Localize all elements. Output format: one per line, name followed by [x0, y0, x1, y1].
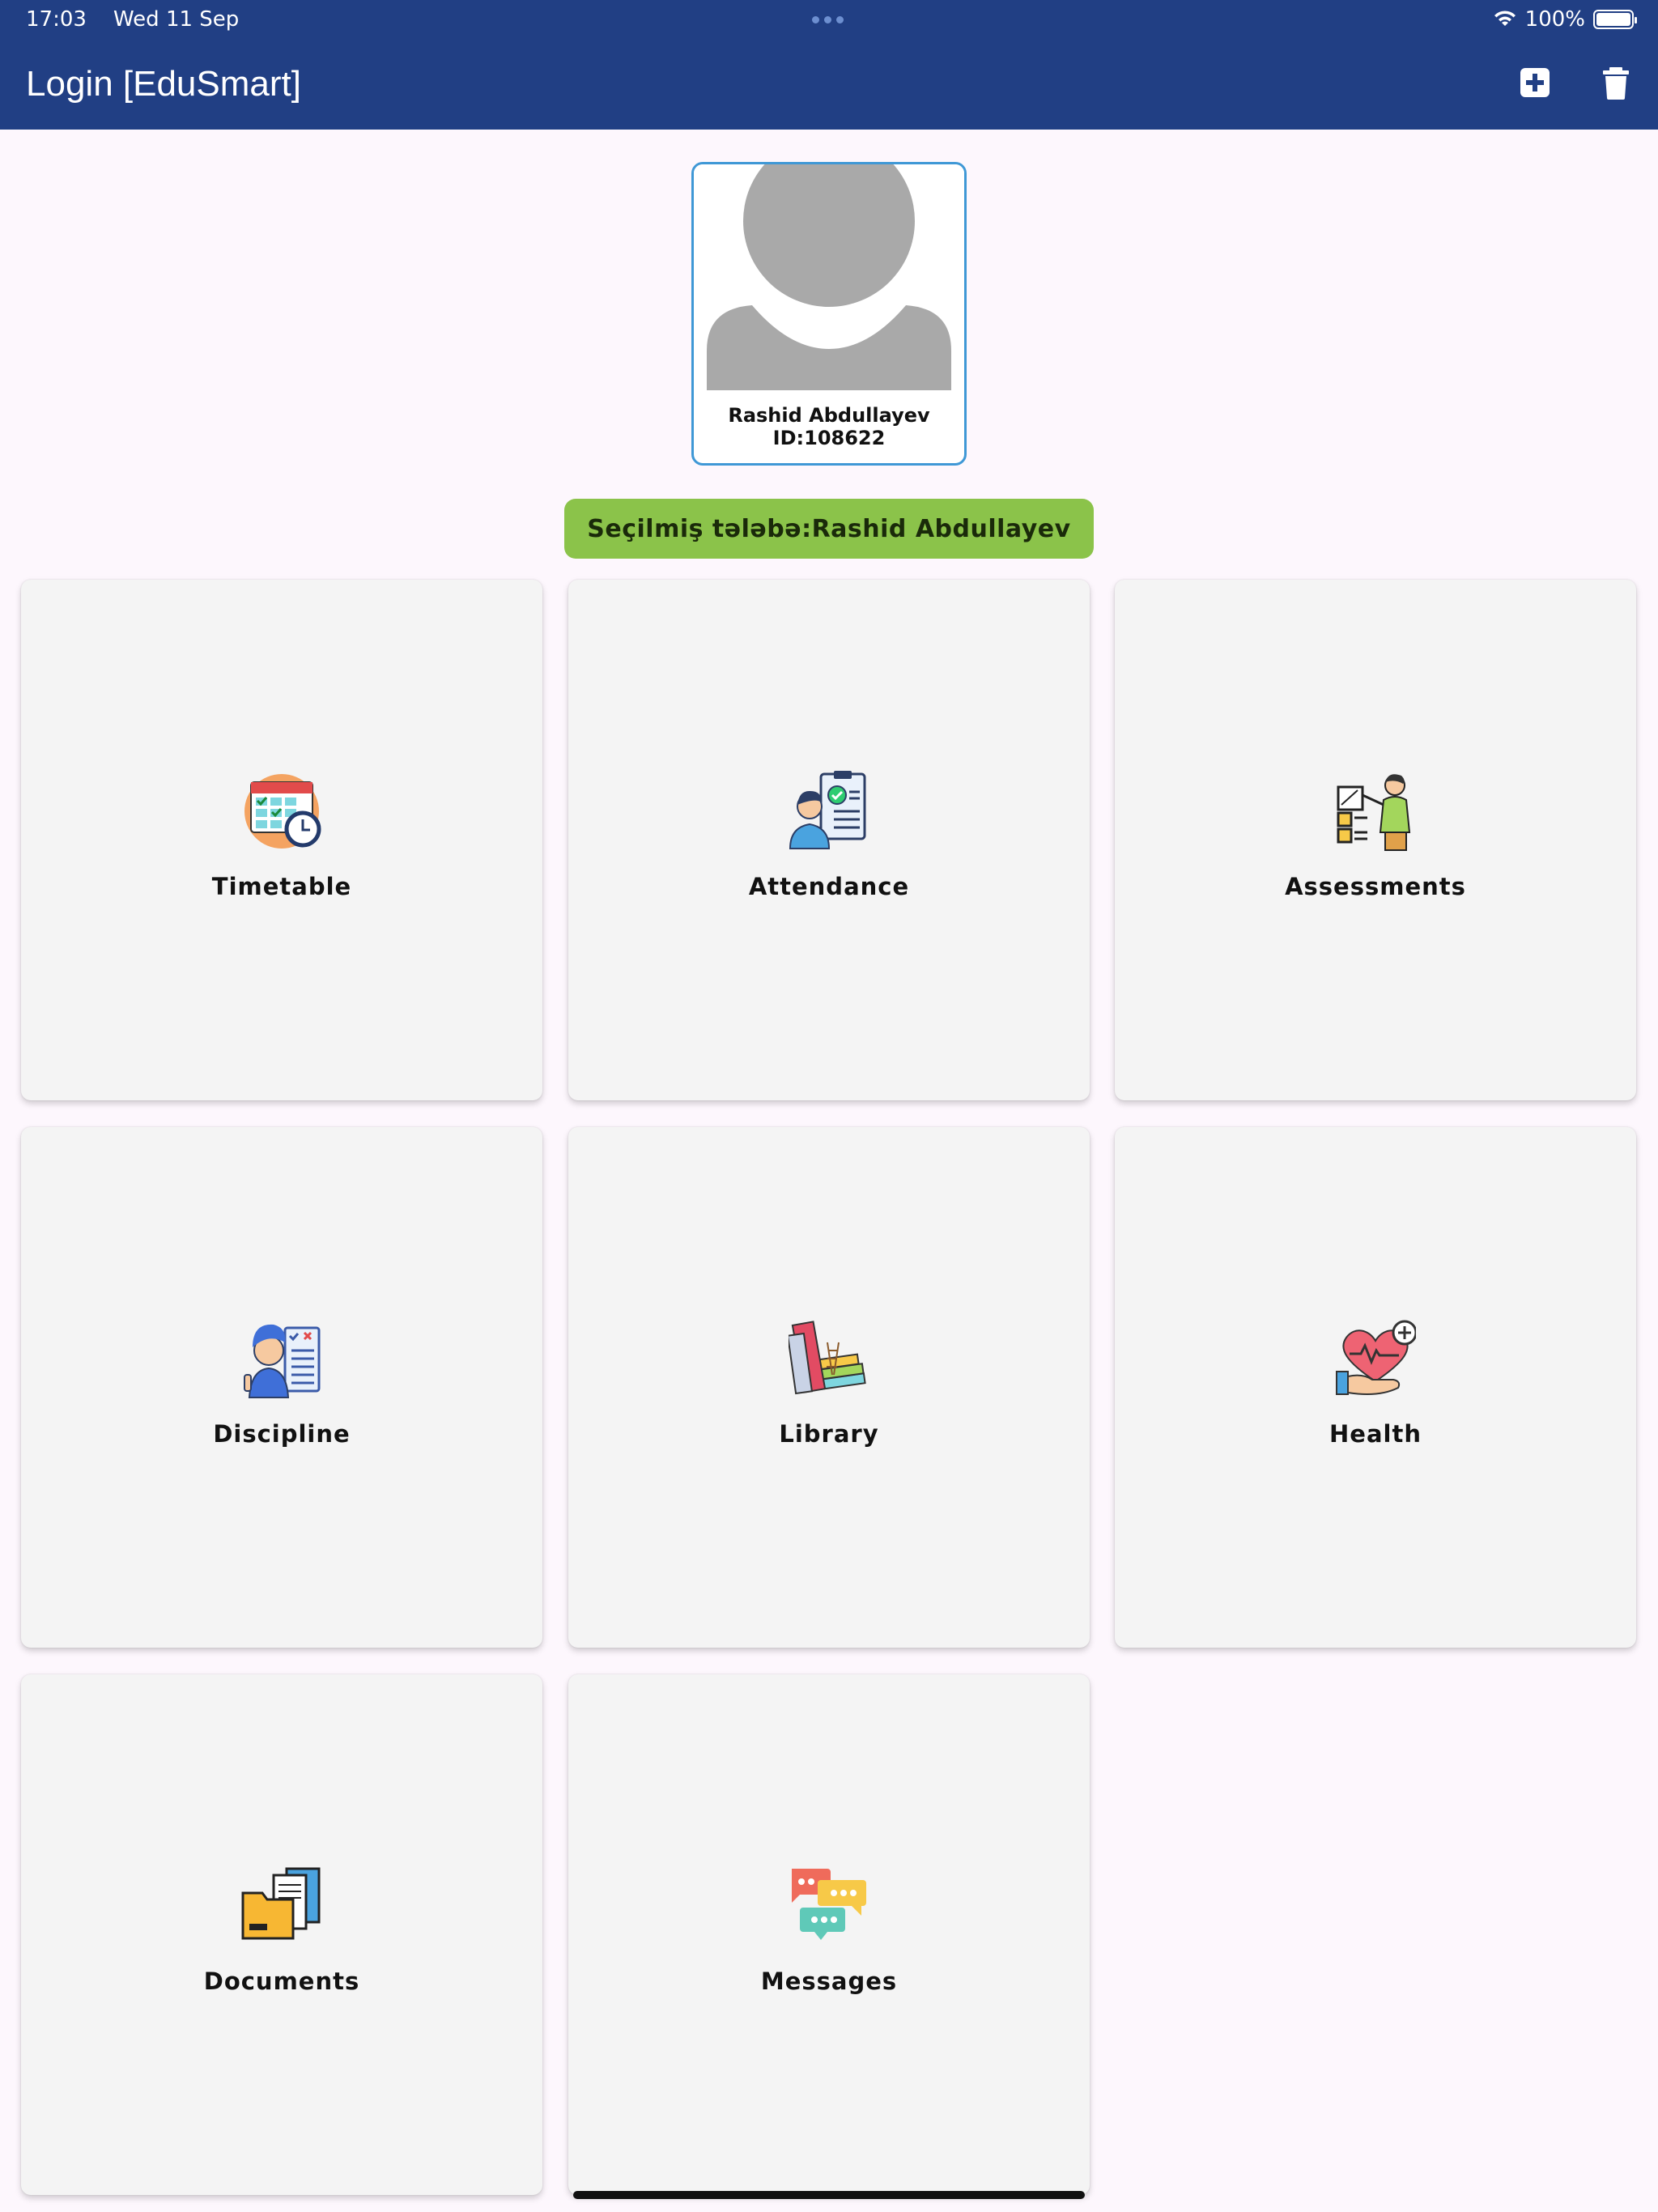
- tile-documents[interactable]: Documents: [21, 1674, 542, 2195]
- tile-timetable[interactable]: Timetable: [21, 580, 542, 1100]
- student-id: ID:108622: [772, 427, 886, 449]
- tile-attendance[interactable]: Attendance: [568, 580, 1090, 1100]
- attendance-clipboard-icon: [789, 771, 866, 849]
- student-profile-card[interactable]: Rashid Abdullayev ID:108622: [691, 162, 967, 466]
- student-name: Rashid Abdullayev: [728, 404, 930, 427]
- tile-label: Library: [779, 1420, 879, 1448]
- status-time: 17:03: [26, 7, 87, 32]
- student-checklist-icon: [244, 1324, 321, 1398]
- battery-percentage: 100%: [1524, 7, 1585, 32]
- default-avatar-icon: [694, 164, 964, 399]
- tile-label: Messages: [760, 1967, 898, 1995]
- tile-label: Discipline: [213, 1420, 351, 1448]
- tile-discipline[interactable]: Discipline: [21, 1127, 542, 1648]
- wifi-icon: [1494, 11, 1516, 26]
- tile-health[interactable]: Health: [1115, 1127, 1636, 1648]
- tile-library[interactable]: Library: [568, 1127, 1090, 1648]
- app-bar: 17:03 Wed 11 Sep 100% Login [EduSmart]: [0, 0, 1658, 130]
- tile-label: Assessments: [1285, 873, 1466, 900]
- header-actions: [1517, 65, 1634, 100]
- folder-documents-icon: [241, 1867, 321, 1940]
- page-title: Login [EduSmart]: [26, 64, 301, 104]
- selected-student-button[interactable]: Seçilmiş tələbə:Rashid Abdullayev: [564, 499, 1094, 559]
- battery-icon: [1593, 10, 1637, 29]
- tile-assessments[interactable]: Assessments: [1115, 580, 1636, 1100]
- tile-label: Health: [1329, 1420, 1422, 1448]
- home-indicator[interactable]: [573, 2191, 1085, 2199]
- status-date: Wed 11 Sep: [113, 7, 240, 32]
- multitasking-dots-icon[interactable]: [812, 16, 844, 23]
- tile-label: Documents: [203, 1967, 360, 1995]
- tile-label: Timetable: [211, 873, 352, 900]
- tile-messages[interactable]: Messages: [568, 1674, 1090, 2195]
- teacher-board-icon: [1337, 774, 1411, 851]
- books-icon: [789, 1321, 866, 1395]
- status-bar-time: 17:03 Wed 11 Sep: [26, 6, 239, 32]
- chat-bubbles-icon: [792, 1869, 866, 1940]
- calendar-clock-icon: [244, 774, 321, 849]
- add-icon[interactable]: [1517, 65, 1553, 100]
- tile-label: Attendance: [748, 873, 910, 900]
- status-bar-right: 100%: [1493, 6, 1637, 32]
- trash-icon[interactable]: [1598, 65, 1634, 100]
- heart-hand-icon: [1336, 1320, 1416, 1395]
